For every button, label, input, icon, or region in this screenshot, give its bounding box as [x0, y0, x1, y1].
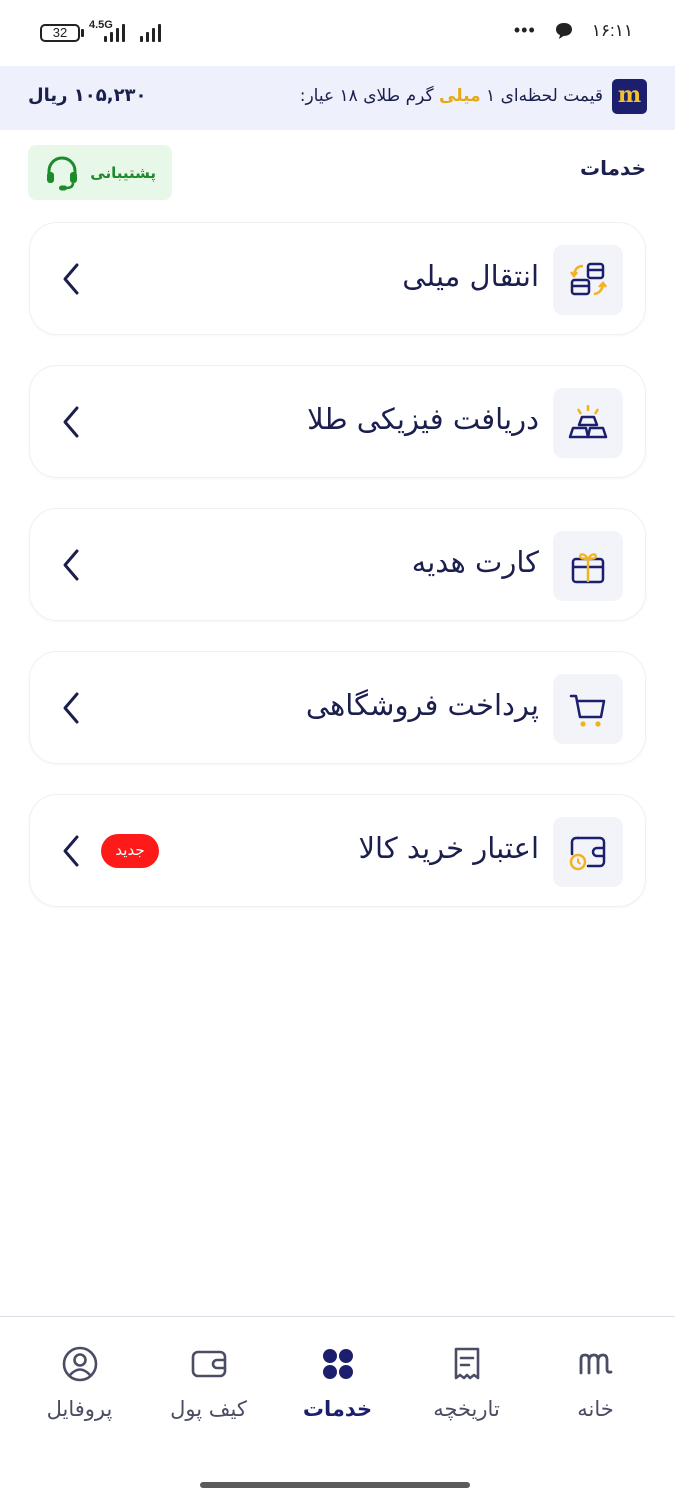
service-icon-box: [553, 245, 623, 315]
nav-item-services[interactable]: خدمات: [270, 1317, 405, 1437]
price-label-highlight: میلی: [439, 86, 481, 106]
service-card-gift-card[interactable]: کارت هدیه: [29, 508, 646, 621]
clock: ۱۶:۱۱: [591, 20, 633, 40]
home-logo-icon: [579, 1353, 612, 1375]
gold-bars-icon: [568, 405, 608, 439]
headset-icon: [47, 156, 77, 190]
new-badge: جدید: [101, 834, 159, 868]
bottom-navigation: خانه تاریخچه خدمات کیف پول پروفایل: [0, 1316, 675, 1500]
price-label-suffix: گرم طلای ۱۸ عیار:: [299, 86, 440, 106]
grid-icon: [322, 1349, 353, 1379]
status-bar: 32 4.5G ••• ۱۶:۱۱: [0, 0, 675, 66]
support-label: پشتیبانی: [90, 163, 156, 182]
signal-icon: [140, 22, 161, 42]
service-title: اعتبار خرید کالا: [358, 831, 539, 865]
price-label-prefix: قیمت لحظه‌ای ۱: [480, 86, 603, 106]
more-notifications-icon: •••: [513, 20, 536, 40]
gold-price-bar: m قیمت لحظه‌ای ۱ میلی گرم طلای ۱۸ عیار: …: [0, 66, 675, 130]
chevron-left-icon: [63, 549, 79, 581]
nav-item-wallet[interactable]: کیف پول: [141, 1317, 276, 1437]
signal-icon: [104, 22, 125, 42]
battery-icon: 32: [40, 24, 80, 42]
chevron-left-icon: [63, 692, 79, 724]
service-icon-box: [553, 388, 623, 458]
service-title: کارت هدیه: [411, 545, 539, 579]
service-card-goods-credit[interactable]: اعتبار خرید کالا جدید: [29, 794, 646, 907]
nav-label: کیف پول: [170, 1397, 247, 1421]
service-title: انتقال میلی: [402, 259, 539, 293]
gold-price-label: قیمت لحظه‌ای ۱ میلی گرم طلای ۱۸ عیار:: [300, 86, 603, 106]
service-card-physical-gold[interactable]: دریافت فیزیکی طلا: [29, 365, 646, 478]
service-icon-box: [553, 531, 623, 601]
status-right: ••• ۱۶:۱۱: [514, 20, 633, 41]
gold-price-value: ۱۰۵,۲۳۰ ریال: [28, 85, 147, 106]
chat-bubble-icon: [555, 22, 572, 39]
service-title: دریافت فیزیکی طلا: [307, 402, 539, 436]
service-card-milli-transfer[interactable]: انتقال میلی: [29, 222, 646, 335]
battery-tip: [81, 29, 84, 37]
wallet-icon: [191, 1350, 226, 1378]
transfer-icon: [570, 262, 607, 296]
service-card-store-payment[interactable]: پرداخت فروشگاهی: [29, 651, 646, 764]
nav-label: خدمات: [302, 1397, 373, 1421]
credit-wallet-icon: [569, 836, 606, 871]
nav-label: تاریخچه: [433, 1397, 500, 1421]
service-title: پرداخت فروشگاهی: [305, 688, 539, 722]
chevron-left-icon: [63, 406, 79, 438]
receipt-icon: [454, 1347, 479, 1380]
chevron-left-icon: [63, 835, 79, 867]
nav-label: پروفایل: [46, 1397, 113, 1421]
nav-item-history[interactable]: تاریخچه: [399, 1317, 534, 1437]
nav-label: خانه: [577, 1397, 614, 1421]
gift-card-icon: [571, 553, 605, 584]
service-icon-box: [553, 674, 623, 744]
chevron-left-icon: [63, 263, 79, 295]
shopping-cart-icon: [569, 694, 606, 727]
battery-level: 32: [52, 25, 68, 40]
page-title: خدمات: [580, 156, 646, 180]
support-button[interactable]: پشتیبانی: [28, 145, 172, 200]
brand-logo-icon: m: [612, 79, 647, 114]
service-icon-box: [553, 817, 623, 887]
user-icon: [62, 1346, 97, 1382]
nav-item-profile[interactable]: پروفایل: [12, 1317, 147, 1437]
nav-item-home[interactable]: خانه: [528, 1317, 663, 1437]
home-indicator[interactable]: [200, 1482, 470, 1488]
